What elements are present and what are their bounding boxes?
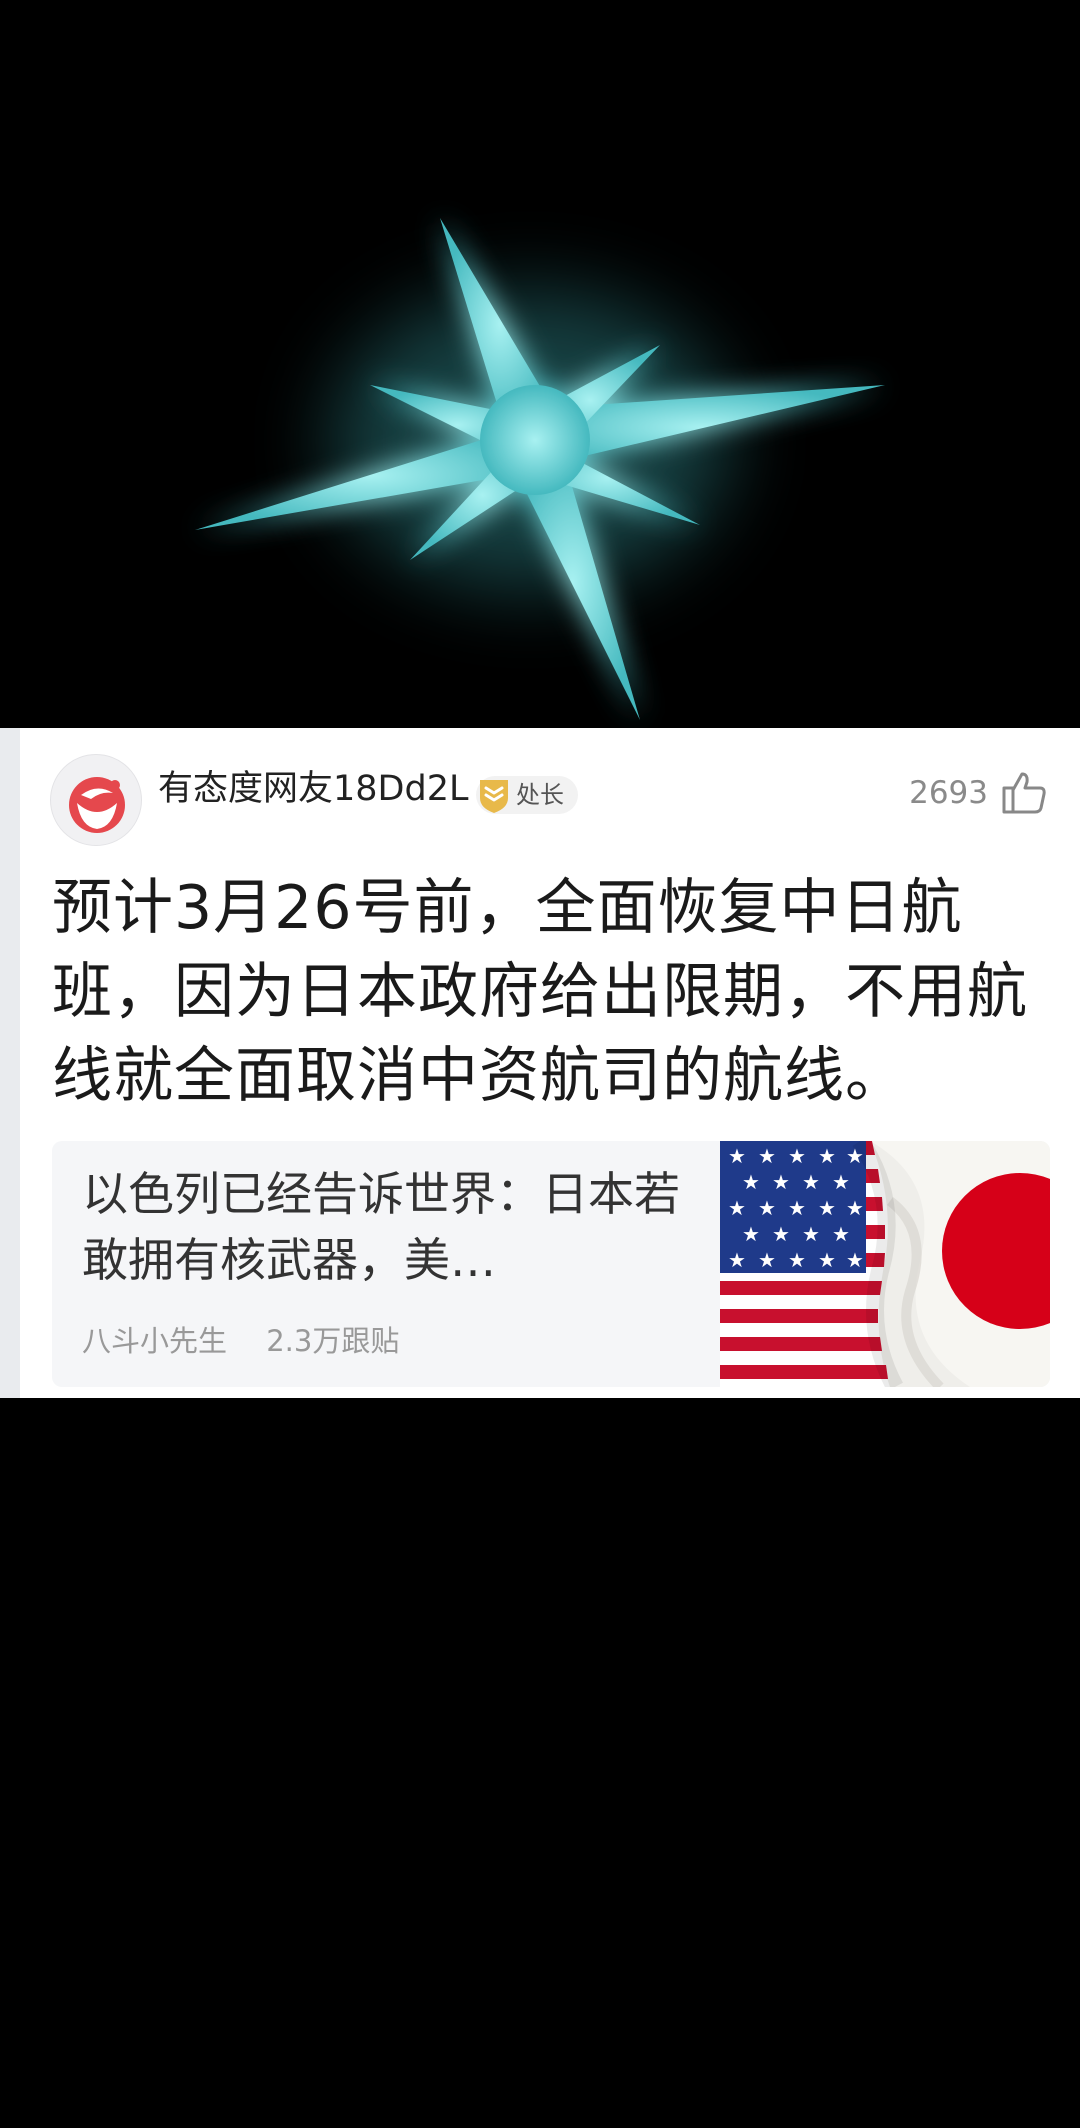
svg-text:★: ★: [846, 1248, 864, 1272]
svg-text:★: ★: [802, 1170, 820, 1194]
article-meta: 八斗小先生 2.3万跟贴: [82, 1327, 399, 1356]
svg-text:★: ★: [772, 1170, 790, 1194]
svg-text:★: ★: [788, 1248, 806, 1272]
linked-article-card[interactable]: 以色列已经告诉世界：日本若敢拥有核武器，美… 八斗小先生 2.3万跟贴 ★ ★ …: [52, 1141, 1050, 1387]
svg-text:★: ★: [772, 1222, 790, 1246]
card-left-rail: [0, 728, 20, 1398]
svg-text:★: ★: [788, 1196, 806, 1220]
article-author: 八斗小先生: [82, 1324, 228, 1358]
svg-text:★: ★: [742, 1222, 760, 1246]
svg-text:★: ★: [846, 1196, 864, 1220]
glowing-star-icon: [195, 218, 885, 720]
svg-text:★: ★: [802, 1222, 820, 1246]
user-avatar[interactable]: [50, 754, 142, 846]
article-title: 以色列已经告诉世界：日本若敢拥有核武器，美…: [82, 1167, 680, 1287]
svg-text:★: ★: [728, 1196, 746, 1220]
rank-label: 处长: [516, 781, 564, 809]
thumbs-up-icon[interactable]: [1000, 768, 1048, 816]
svg-text:★: ★: [758, 1196, 776, 1220]
comment-card: 有态度网友18Dd2L 处长 2693 预计3月26号前，全面恢复中日航班，因为…: [0, 728, 1080, 1398]
us-japan-flags-thumbnail: ★ ★ ★ ★ ★ ★ ★ ★ ★ ★ ★ ★ ★ ★ ★ ★ ★ ★ ★ ★ ★ ★ ★: [720, 1141, 1050, 1387]
article-follow-count: 2.3万跟贴: [266, 1324, 400, 1358]
svg-text:★: ★: [818, 1248, 836, 1272]
like-count: 2693: [909, 775, 988, 811]
comment-text: 预计3月26号前，全面恢复中日航班，因为日本政府给出限期，不用航线就全面取消中资…: [52, 873, 1028, 1111]
app-logo-avatar-icon: [69, 777, 125, 833]
svg-text:★: ★: [728, 1144, 746, 1168]
header-visual: [0, 0, 1080, 728]
svg-text:★: ★: [818, 1144, 836, 1168]
svg-text:★: ★: [728, 1248, 746, 1272]
svg-text:★: ★: [832, 1170, 850, 1194]
shield-rank-icon: [480, 780, 508, 813]
svg-text:★: ★: [818, 1196, 836, 1220]
svg-text:★: ★: [758, 1248, 776, 1272]
rank-badge: 处长: [476, 776, 578, 814]
username[interactable]: 有态度网友18Dd2L: [158, 772, 468, 807]
svg-text:★: ★: [788, 1144, 806, 1168]
svg-text:★: ★: [832, 1222, 850, 1246]
svg-text:★: ★: [742, 1170, 760, 1194]
bottom-black-area: [0, 1398, 1080, 2128]
svg-text:★: ★: [758, 1144, 776, 1168]
screen: 有态度网友18Dd2L 处长 2693 预计3月26号前，全面恢复中日航班，因为…: [0, 0, 1080, 2128]
